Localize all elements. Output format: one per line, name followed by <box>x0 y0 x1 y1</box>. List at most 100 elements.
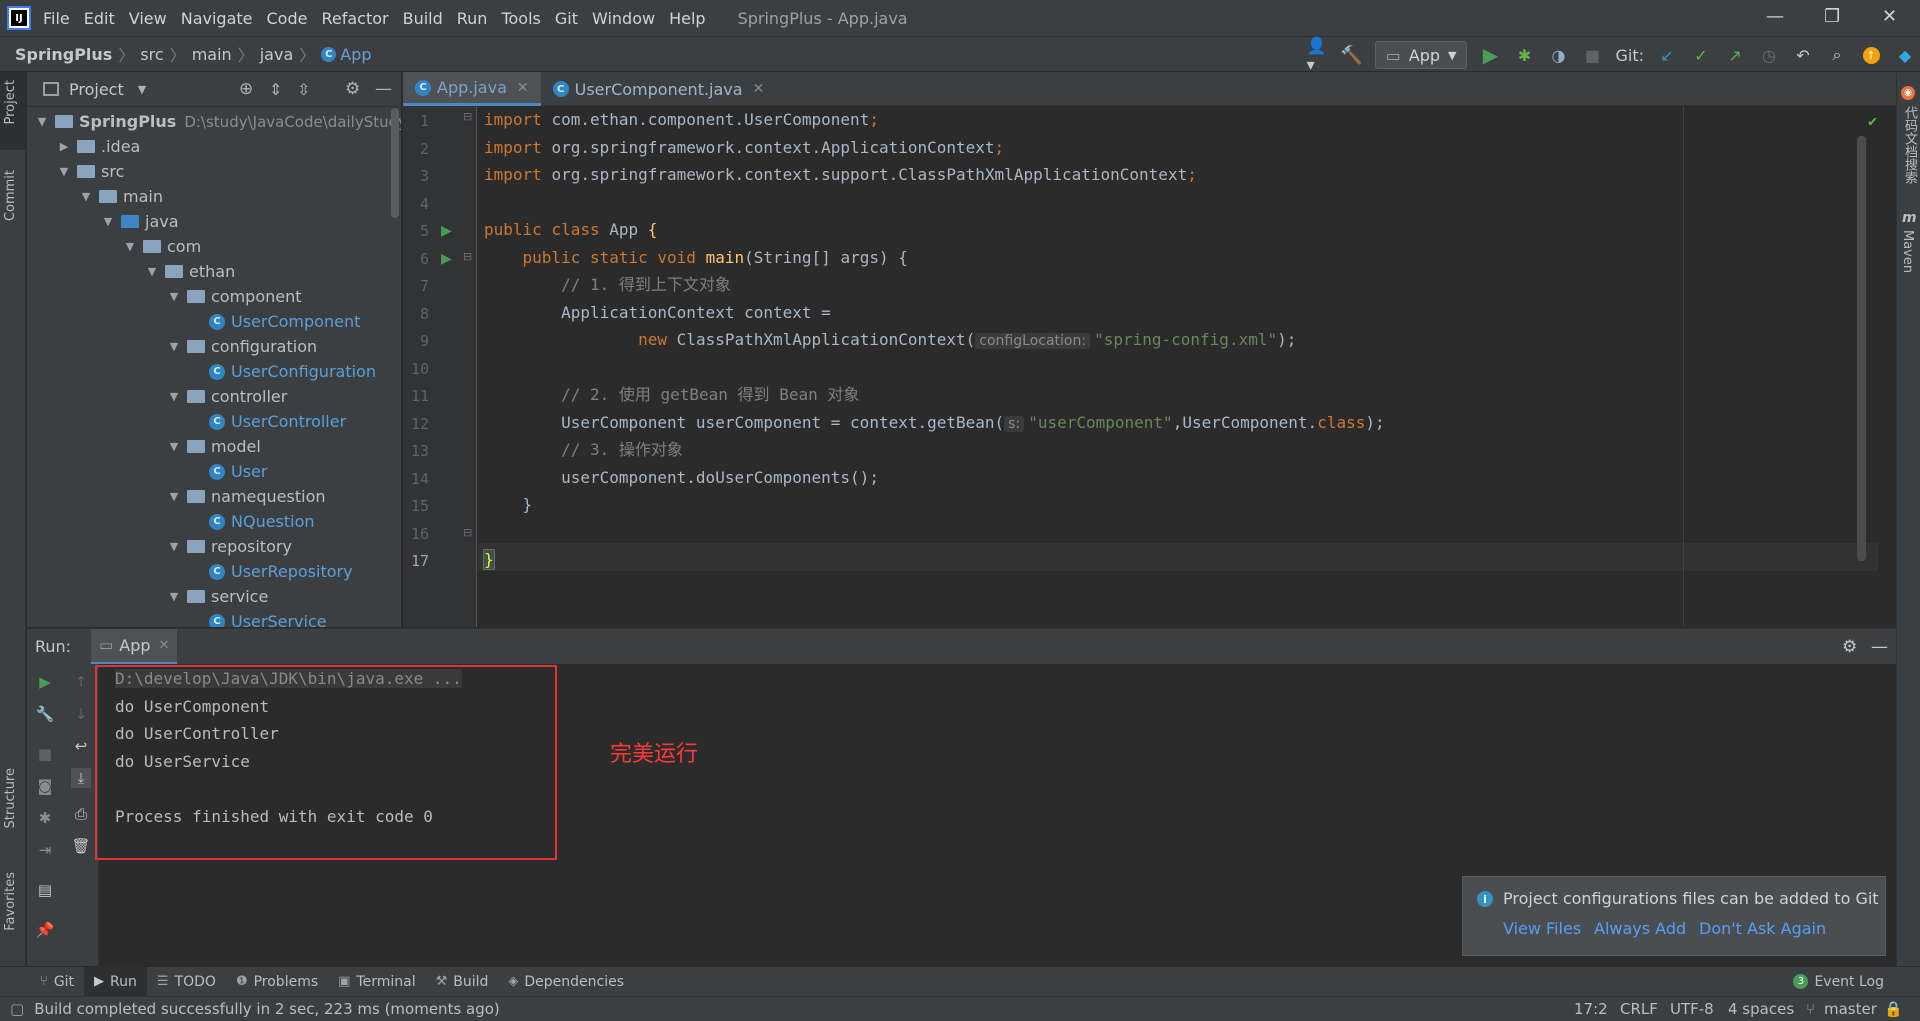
debug-icon[interactable]: ✱ <box>1513 44 1535 66</box>
problems-tool-button[interactable]: ❶ Problems <box>226 967 328 997</box>
tree-item-nquestion[interactable]: C NQuestion <box>189 509 315 534</box>
tree-item-java[interactable]: ▼ java <box>101 209 179 234</box>
tree-item-namequestion[interactable]: ▼ namequestion <box>167 484 326 509</box>
tree-item-service[interactable]: ▼ service <box>167 584 269 609</box>
close-icon[interactable]: ✕ <box>159 638 170 653</box>
menu-navigate[interactable]: Navigate <box>181 9 253 28</box>
chevron-down-icon[interactable]: ▼ <box>145 265 159 278</box>
chevron-down-icon[interactable]: ▼ <box>123 240 137 253</box>
chevron-down-icon[interactable]: ▼ <box>167 490 181 503</box>
menu-git[interactable]: Git <box>555 9 578 28</box>
tree-item-configuration[interactable]: ▼ configuration <box>167 334 317 359</box>
code-editor[interactable]: ✔ import com.ethan.component.UserCompone… <box>478 106 1878 627</box>
chevron-down-icon[interactable]: ▼ <box>167 290 181 303</box>
menu-tools[interactable]: Tools <box>501 9 540 28</box>
chevron-down-icon[interactable]: ▼ <box>167 590 181 603</box>
wrench-icon[interactable]: 🔧 <box>35 704 55 724</box>
breadcrumb-app[interactable]: App <box>340 45 371 64</box>
user-account-icon[interactable]: 👤▾ <box>1307 36 1329 74</box>
chevron-down-icon[interactable]: ▼ <box>167 440 181 453</box>
tree-item-controller[interactable]: ▼ controller <box>167 384 288 409</box>
menu-file[interactable]: File <box>43 9 70 28</box>
layout-icon[interactable]: ▤ <box>35 880 55 900</box>
always-add-link[interactable]: Always Add <box>1594 919 1686 938</box>
tab-usercomponent-java[interactable]: C UserComponent.java ✕ <box>541 72 777 106</box>
rerun-icon[interactable]: ▶ <box>35 672 55 692</box>
minimize-icon[interactable]: — <box>1766 6 1784 27</box>
search-icon[interactable]: ⌕ <box>1826 44 1848 66</box>
run-configuration-select[interactable]: ▭ App ▼ <box>1374 41 1468 69</box>
git-tool-button[interactable]: ⑂ Git <box>30 967 84 997</box>
tree-item-component[interactable]: ▼ component <box>167 284 302 309</box>
plugin-logo-icon[interactable]: ◆ <box>1894 44 1916 66</box>
tree-item-idea[interactable]: ▶ .idea <box>57 134 141 159</box>
stop-icon[interactable]: ■ <box>35 744 55 764</box>
breadcrumb-main[interactable]: main <box>192 45 232 64</box>
run-tool-button[interactable]: ▶ Run <box>84 966 147 997</box>
tab-app-java[interactable]: C App.java ✕ <box>403 72 541 106</box>
structure-tool-tab[interactable]: Structure <box>3 768 18 828</box>
menu-refactor[interactable]: Refactor <box>321 9 388 28</box>
breadcrumb-project[interactable]: SpringPlus <box>15 45 112 64</box>
project-tool-tab[interactable]: Project <box>3 80 18 124</box>
hide-panel-icon[interactable]: — <box>1871 637 1888 657</box>
exit-icon[interactable]: ⇥ <box>35 840 55 860</box>
tree-item-ethan[interactable]: ▼ ethan <box>145 259 235 284</box>
chevron-down-icon[interactable]: ▼ <box>138 83 146 96</box>
tree-item-model[interactable]: ▼ model <box>167 434 261 459</box>
doc-search-tool-tab[interactable]: 代码文档搜索 <box>1900 106 1919 184</box>
terminal-tool-button[interactable]: ▣ Terminal <box>328 967 425 997</box>
event-log-button[interactable]: 3 Event Log <box>1783 967 1894 997</box>
fold-icon[interactable]: ⊟ <box>463 250 472 263</box>
file-encoding[interactable]: UTF-8 <box>1670 1000 1714 1018</box>
status-message[interactable]: Build completed successfully in 2 sec, 2… <box>34 1000 500 1018</box>
chevron-down-icon[interactable]: ▼ <box>167 540 181 553</box>
tree-item-userrepository[interactable]: C UserRepository <box>189 559 353 584</box>
gear-icon[interactable]: ⚙ <box>345 79 360 99</box>
arrow-up-icon[interactable]: ↑ <box>71 672 91 692</box>
close-icon[interactable]: ✕ <box>753 81 765 97</box>
tree-item-usercomponent[interactable]: C UserComponent <box>189 309 360 334</box>
status-window-icon[interactable]: ▢ <box>10 1000 24 1018</box>
git-commit-icon[interactable]: ✓ <box>1690 44 1712 66</box>
commit-tool-tab[interactable]: Commit <box>3 170 18 221</box>
breadcrumb-src[interactable]: src <box>140 45 163 64</box>
run-tab-app[interactable]: ▭ App ✕ <box>91 628 178 665</box>
chevron-down-icon[interactable]: ▼ <box>167 390 181 403</box>
dependencies-tool-button[interactable]: ◈ Dependencies <box>498 967 634 997</box>
menu-code[interactable]: Code <box>267 9 308 28</box>
git-branch[interactable]: master <box>1824 1000 1877 1018</box>
tree-item-repository[interactable]: ▼ repository <box>167 534 292 559</box>
chevron-down-icon[interactable]: ▼ <box>35 115 49 128</box>
trash-icon[interactable]: 🗑 <box>71 836 91 856</box>
git-rollback-icon[interactable]: ↶ <box>1792 44 1814 66</box>
tree-item-usercontroller[interactable]: C UserController <box>189 409 346 434</box>
menu-run[interactable]: Run <box>457 9 488 28</box>
menu-window[interactable]: Window <box>592 9 655 28</box>
build-tool-button[interactable]: ⚒ Build <box>426 967 499 997</box>
run-gutter-icon[interactable]: ▶ <box>441 251 452 267</box>
expand-all-icon[interactable]: ⇕ <box>269 80 282 99</box>
line-separator[interactable]: CRLF <box>1620 1000 1658 1018</box>
tree-item-springplus[interactable]: ▼ SpringPlus D:\study\JavaCode\dailyStudy\… <box>35 109 401 134</box>
tree-item-com[interactable]: ▼ com <box>123 234 201 259</box>
editor-scrollbar[interactable] <box>1857 136 1866 561</box>
dont-ask-again-link[interactable]: Don't Ask Again <box>1699 919 1826 938</box>
chevron-right-icon[interactable]: ▶ <box>57 140 71 153</box>
indent-setting[interactable]: 4 spaces <box>1728 1000 1794 1018</box>
fold-icon[interactable]: ⊟ <box>463 110 472 123</box>
chevron-down-icon[interactable]: ▼ <box>79 190 93 203</box>
build-hammer-icon[interactable]: 🔨 <box>1340 44 1362 66</box>
chevron-down-icon[interactable]: ▼ <box>167 340 181 353</box>
stop-icon[interactable]: ■ <box>1581 44 1603 66</box>
maven-tool-tab[interactable]: Maven <box>1900 230 1915 273</box>
breadcrumb-java[interactable]: java <box>260 45 294 64</box>
menu-build[interactable]: Build <box>403 9 443 28</box>
close-icon[interactable]: ✕ <box>517 80 529 96</box>
git-update-icon[interactable]: ↙ <box>1656 44 1678 66</box>
scroll-to-end-icon[interactable]: ⤓ <box>71 768 91 788</box>
chevron-down-icon[interactable]: ▼ <box>101 215 115 228</box>
project-panel-title[interactable]: Project <box>69 80 124 99</box>
menu-edit[interactable]: Edit <box>84 9 115 28</box>
run-gutter-icon[interactable]: ▶ <box>441 223 452 239</box>
